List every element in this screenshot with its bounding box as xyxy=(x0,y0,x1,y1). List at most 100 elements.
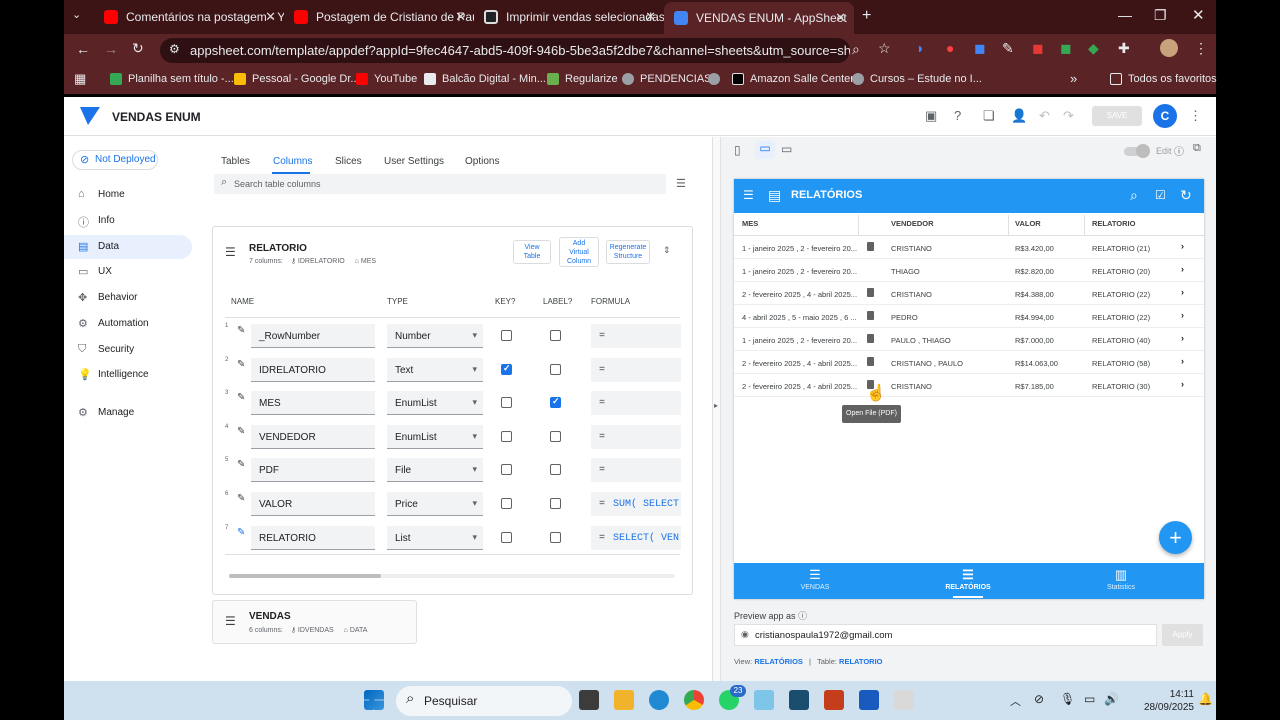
help-icon[interactable]: ? xyxy=(954,108,961,123)
menu-icon[interactable]: ⋮ xyxy=(1194,40,1208,57)
nav-behavior[interactable]: ✥ Behavior xyxy=(64,286,192,310)
new-tab-icon[interactable]: + xyxy=(862,7,871,25)
col-header-relatorio[interactable]: RELATORIO xyxy=(1092,219,1135,228)
network-icon[interactable]: ▭ xyxy=(1084,692,1095,706)
close-icon[interactable]: ✕ xyxy=(455,9,466,25)
add-fab-button[interactable]: + xyxy=(1159,521,1192,554)
bottom-tab-vendas[interactable]: ☰ VENDAS xyxy=(775,567,855,591)
deploy-status-badge[interactable]: Not Deployed xyxy=(72,150,158,170)
key-checkbox[interactable] xyxy=(501,330,512,341)
edit-pencil-icon[interactable]: ✎ xyxy=(237,527,245,538)
redo-icon[interactable]: ↷ xyxy=(1063,108,1074,124)
share-user-icon[interactable]: 👤 xyxy=(1011,108,1027,124)
sync-icon[interactable]: ↻ xyxy=(1180,187,1192,204)
info-icon[interactable]: ⓘ xyxy=(798,611,807,621)
save-button[interactable]: SAVE xyxy=(1092,106,1142,126)
tab-tables[interactable]: Tables xyxy=(221,156,250,167)
label-checkbox[interactable] xyxy=(550,396,561,408)
extensions-puzzle-icon[interactable]: ✚ xyxy=(1118,40,1130,57)
nav-automation[interactable]: ⚙ Automation xyxy=(64,312,192,336)
formula-field[interactable]: = SUM( SELECT xyxy=(591,492,681,516)
chevron-right-icon[interactable]: › xyxy=(1181,310,1184,320)
label-checkbox[interactable] xyxy=(550,364,561,375)
tab-slices[interactable]: Slices xyxy=(335,156,362,167)
label-checkbox[interactable] xyxy=(550,330,561,341)
edge-icon[interactable] xyxy=(649,690,669,710)
nav-security[interactable]: ⛉ Security xyxy=(64,338,192,362)
maximize-icon[interactable]: ❐ xyxy=(1154,7,1167,24)
column-name-field[interactable]: VALOR xyxy=(251,492,375,516)
bookmark-star-icon[interactable]: ☆ xyxy=(878,40,891,57)
table-row[interactable]: 2 - fevereiro 2025 , 4 - abril 2025... CR… xyxy=(734,282,1204,305)
browser-tab-2[interactable]: Postagem de Cristiano de Paula ✕ xyxy=(284,4,474,30)
close-icon[interactable]: ✕ xyxy=(645,9,656,25)
pdf-file-icon[interactable] xyxy=(867,334,874,343)
preview-email-input[interactable]: cristianospaula1972@gmail.com xyxy=(734,624,1157,646)
bottom-tab-statistics[interactable]: ▥ Statistics xyxy=(1081,567,1161,591)
edit-pencil-icon[interactable]: ✎ xyxy=(237,325,245,336)
chevron-right-icon[interactable]: › xyxy=(1181,241,1184,251)
column-name-field[interactable]: VENDEDOR xyxy=(251,425,375,449)
select-checkbox-icon[interactable]: ☑ xyxy=(1155,188,1166,202)
key-checkbox[interactable] xyxy=(501,532,512,543)
formula-field[interactable]: = xyxy=(591,391,681,415)
file-explorer-icon[interactable] xyxy=(614,690,634,710)
key-checkbox[interactable] xyxy=(501,464,512,475)
minimize-icon[interactable]: — xyxy=(1118,7,1132,23)
copy-icon[interactable]: ❏ xyxy=(983,108,995,124)
chevron-right-icon[interactable]: › xyxy=(1181,333,1184,343)
microphone-icon[interactable]: 🎙 xyxy=(1060,692,1075,706)
open-external-icon[interactable]: ⧉ xyxy=(1193,142,1201,155)
table-card-vendas[interactable]: ☰ VENDAS 6 columns: ⚷ IDVENDAS ⌂ DATA xyxy=(212,600,417,644)
powerpoint-icon[interactable] xyxy=(824,690,844,710)
column-name-field[interactable]: _RowNumber xyxy=(251,324,375,348)
notifications-bell-icon[interactable]: 🔔 xyxy=(1198,692,1213,706)
close-icon[interactable]: ✕ xyxy=(265,9,276,25)
extension-icon[interactable]: ◼ xyxy=(1060,40,1072,57)
collapse-icon[interactable]: ⇕ xyxy=(663,245,671,256)
filter-icon[interactable]: ☰ xyxy=(676,177,686,190)
panel-divider[interactable]: ▸ xyxy=(712,137,721,681)
label-checkbox[interactable] xyxy=(550,464,561,475)
column-name-field[interactable]: IDRELATORIO xyxy=(251,358,375,382)
extension-icon[interactable]: ◼ xyxy=(1032,40,1044,57)
label-checkbox[interactable] xyxy=(550,532,561,543)
table-link[interactable]: RELATORIO xyxy=(839,657,882,666)
edit-pencil-icon[interactable]: ✎ xyxy=(237,493,245,504)
bookmark[interactable]: Pessoal - Google Dr... xyxy=(234,73,360,85)
view-link[interactable]: RELATÓRIOS xyxy=(754,657,803,666)
col-header-vendedor[interactable]: VENDEDOR xyxy=(891,219,934,228)
formula-field[interactable]: = xyxy=(591,358,681,382)
bookmark[interactable]: Balcão Digital - Min... xyxy=(424,73,546,85)
view-table-button[interactable]: View Table xyxy=(513,240,551,264)
table-row[interactable]: 1 - janeiro 2025 , 2 - fevereiro 20... CR… xyxy=(734,236,1204,259)
chrome-icon[interactable] xyxy=(684,690,704,710)
search-icon[interactable]: ⌕ xyxy=(1130,187,1138,204)
key-checkbox[interactable] xyxy=(501,498,512,509)
extension-icon[interactable]: ◆ xyxy=(1088,40,1099,57)
nav-intelligence[interactable]: 💡 Intelligence xyxy=(64,363,192,387)
column-type-select[interactable]: Price xyxy=(387,492,483,516)
bookmark[interactable]: Planilha sem título -... xyxy=(110,73,234,85)
forward-icon[interactable]: → xyxy=(104,41,118,57)
nav-data[interactable]: ▤ Data xyxy=(64,235,192,259)
back-icon[interactable]: ← xyxy=(76,41,90,57)
key-checkbox[interactable] xyxy=(501,431,512,442)
expand-arrow-icon[interactable]: ▸ xyxy=(714,401,718,410)
bottom-tab-relatorios[interactable]: ☰ RELATÓRIOS xyxy=(928,567,1008,591)
info-icon[interactable]: ⓘ xyxy=(1174,143,1184,158)
bookmark[interactable]: Regularize xyxy=(547,73,618,85)
column-type-select[interactable]: Text xyxy=(387,358,483,382)
column-type-select[interactable]: File xyxy=(387,458,483,482)
table-row[interactable]: 1 - janeiro 2025 , 2 - fevereiro 20... TH… xyxy=(734,259,1204,282)
app-icon[interactable] xyxy=(894,690,914,710)
nav-ux[interactable]: ▭ UX xyxy=(64,260,192,284)
profile-avatar[interactable] xyxy=(1160,39,1178,57)
label-checkbox[interactable] xyxy=(550,498,561,509)
column-type-select[interactable]: EnumList xyxy=(387,425,483,449)
table-row[interactable]: 1 - janeiro 2025 , 2 - fevereiro 20... PA… xyxy=(734,328,1204,351)
label-checkbox[interactable] xyxy=(550,431,561,442)
bookmark[interactable]: Amazon Salle Center xyxy=(732,73,854,85)
table-row[interactable]: 4 - abril 2025 , 5 - maio 2025 , 6 ... PE… xyxy=(734,305,1204,328)
nav-manage[interactable]: ⚙ Manage xyxy=(64,401,192,425)
